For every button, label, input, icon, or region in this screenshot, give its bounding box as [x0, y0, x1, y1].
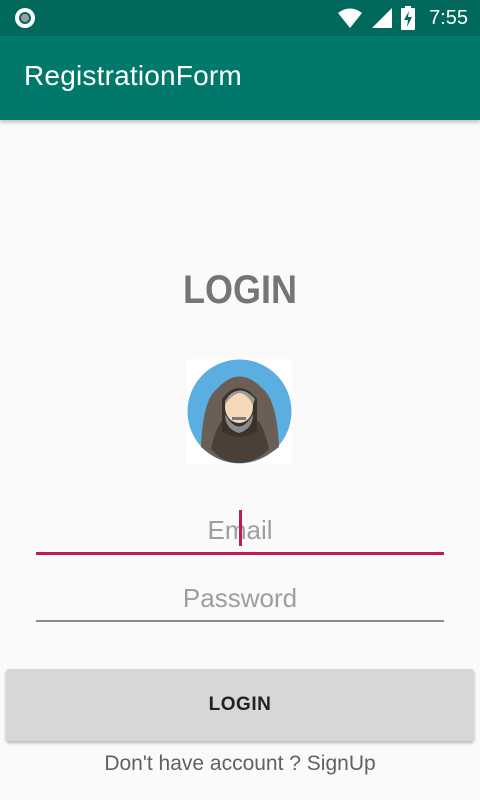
- status-icons: 7:55: [337, 0, 468, 36]
- login-heading: LOGIN: [182, 268, 297, 312]
- text-cursor: [239, 510, 242, 546]
- wifi-icon: [338, 8, 363, 28]
- app-title: RegistrationForm: [24, 60, 242, 91]
- signup-link[interactable]: Don't have account ? SignUp: [0, 752, 480, 776]
- login-button[interactable]: LOGIN: [6, 669, 474, 741]
- status-time: 7:55: [429, 6, 468, 29]
- password-field-container[interactable]: [36, 576, 444, 622]
- status-bar: 7:55: [0, 0, 480, 36]
- email-field-container[interactable]: [36, 508, 444, 555]
- signal-icon: [372, 8, 393, 28]
- app-bar: RegistrationForm: [0, 36, 480, 120]
- circle-notification-icon: [15, 8, 35, 28]
- password-field[interactable]: [36, 576, 444, 620]
- battery-charging-icon: [401, 6, 416, 30]
- hooded-man-avatar-icon: [187, 359, 292, 464]
